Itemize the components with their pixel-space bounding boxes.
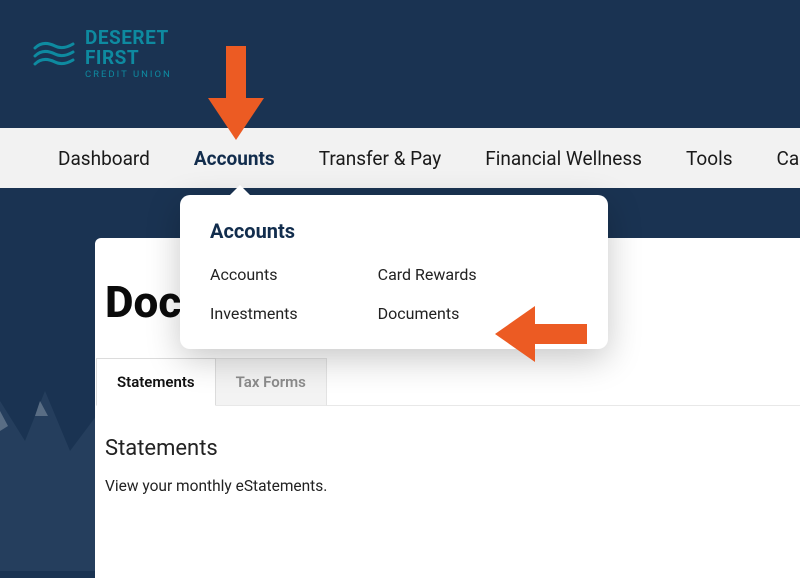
dropdown-col-1: Accounts Investments	[210, 265, 298, 323]
nav-tools[interactable]: Tools	[686, 147, 733, 170]
dropdown-title: Accounts	[210, 219, 578, 243]
brand-subtitle: CREDIT UNION	[85, 70, 172, 80]
dropdown-link-investments[interactable]: Investments	[210, 304, 298, 323]
main-nav: Dashboard Accounts Transfer & Pay Financ…	[0, 128, 800, 188]
dropdown-link-accounts[interactable]: Accounts	[210, 265, 298, 284]
nav-accounts[interactable]: Accounts	[194, 147, 275, 170]
nav-dashboard[interactable]: Dashboard	[58, 147, 150, 170]
brand-logo-icon	[33, 38, 77, 70]
app-header: DESERET FIRST CREDIT UNION	[0, 0, 800, 128]
brand-logo-text: DESERET FIRST CREDIT UNION	[85, 28, 172, 80]
brand-name-line1: DESERET	[85, 28, 172, 48]
section-heading: Statements	[105, 436, 790, 461]
tab-tax-forms[interactable]: Tax Forms	[216, 358, 327, 406]
section-description: View your monthly eStatements.	[105, 477, 790, 495]
brand-name-line2: FIRST	[85, 48, 172, 68]
nav-financial-wellness[interactable]: Financial Wellness	[485, 147, 642, 170]
annotation-arrow-left-icon	[495, 306, 587, 362]
dropdown-link-documents[interactable]: Documents	[378, 304, 477, 323]
tab-row: Statements Tax Forms	[96, 358, 800, 406]
dropdown-col-2: Card Rewards Documents	[378, 265, 477, 323]
nav-transfer-pay[interactable]: Transfer & Pay	[319, 147, 442, 170]
section-statements: Statements View your monthly eStatements…	[95, 406, 800, 495]
brand-logo: DESERET FIRST CREDIT UNION	[33, 28, 800, 80]
tab-statements[interactable]: Statements	[96, 358, 216, 406]
dropdown-link-card-rewards[interactable]: Card Rewards	[378, 265, 477, 284]
nav-cards[interactable]: Cards	[777, 147, 800, 170]
annotation-arrow-down-icon	[208, 46, 264, 140]
background-illustration	[0, 361, 95, 571]
